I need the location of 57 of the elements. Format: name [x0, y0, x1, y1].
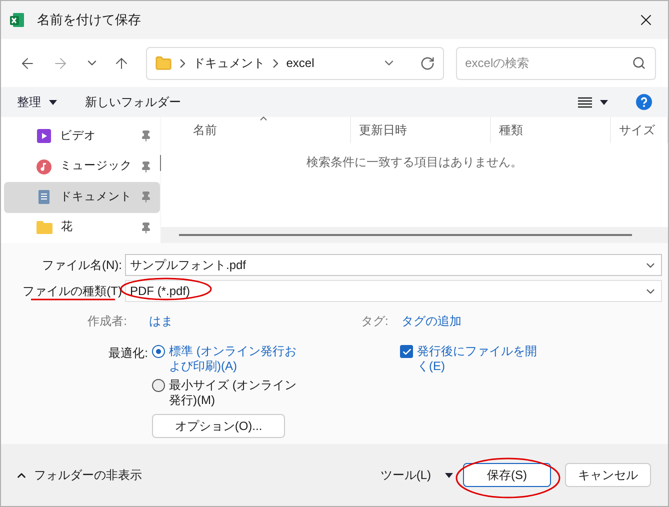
address-bar[interactable]: ドキュメント excel	[146, 46, 444, 80]
chevron-right-icon	[180, 58, 186, 68]
caret-down-icon	[49, 100, 57, 104]
organize-menu[interactable]: 整理	[17, 93, 57, 111]
music-icon	[36, 158, 52, 175]
breadcrumb-item[interactable]: ドキュメント	[193, 54, 266, 72]
file-name-field[interactable]: サンプルフォント.pdf	[125, 254, 662, 276]
checkbox[interactable]	[400, 345, 413, 358]
field-label: 作成者:	[86, 313, 127, 330]
field-label: ファイル名(N):	[41, 257, 123, 274]
chevron-right-icon	[273, 58, 278, 68]
field-label: ファイルの種類(T)	[22, 283, 123, 300]
list-view-icon	[578, 96, 592, 108]
empty-message: 検索条件に一致する項目はありません。	[306, 154, 522, 171]
field-label: タグ:	[361, 313, 388, 330]
caret-down-icon	[445, 472, 453, 478]
column-header[interactable]: サイズ	[611, 117, 668, 143]
cancel-button[interactable]: キャンセル	[565, 463, 651, 487]
pin-icon	[140, 130, 152, 142]
breadcrumb-item[interactable]: excel	[286, 54, 314, 72]
caret-down-icon	[600, 100, 608, 104]
checkbox-label[interactable]: 発行後にファイルを開く(E)	[417, 344, 540, 374]
search-field[interactable]: excelの検索	[456, 46, 656, 80]
tags-link[interactable]: タグの追加	[401, 312, 462, 330]
view-menu[interactable]	[578, 96, 608, 108]
column-header[interactable]: 種類	[491, 117, 611, 143]
field-label: 最適化:	[108, 345, 148, 362]
column-header[interactable]: 名前	[161, 117, 351, 143]
refresh-icon[interactable]	[420, 56, 436, 70]
radio-label[interactable]: 標準 (オンライン発行および印刷)(A)	[169, 344, 300, 374]
options-button[interactable]: オプション(O)...	[152, 414, 285, 438]
folder-icon	[155, 54, 172, 72]
pin-icon	[140, 222, 152, 234]
radio-label[interactable]: 最小サイズ (オンライン発行)(M)	[169, 378, 300, 408]
document-icon	[36, 189, 52, 206]
radio-button[interactable]	[152, 379, 165, 392]
folder-icon	[36, 220, 53, 236]
hide-folders-button[interactable]: フォルダーの非表示	[15, 466, 142, 484]
sidebar-item[interactable]: 花	[4, 212, 160, 243]
window-title: 名前を付けて保存	[37, 11, 141, 30]
scrollbar-thumb[interactable]	[179, 234, 632, 236]
radio-button[interactable]	[152, 345, 165, 358]
pin-icon	[140, 160, 152, 173]
help-icon[interactable]	[636, 94, 652, 110]
new-folder-button[interactable]: 新しいフォルダー	[85, 93, 181, 111]
sidebar-item[interactable]: ミュージック	[4, 152, 160, 182]
search-icon	[632, 56, 646, 70]
video-icon	[36, 128, 52, 144]
sidebar-item[interactable]: ビデオ	[4, 121, 160, 152]
save-button[interactable]: 保存(S)	[463, 463, 551, 487]
column-header[interactable]: 更新日時	[351, 117, 491, 143]
spreadsheet-app-icon	[9, 12, 25, 28]
pin-icon	[140, 191, 152, 204]
tools-menu[interactable]: ツール(L)	[380, 466, 453, 484]
author-link[interactable]: はま	[149, 312, 173, 330]
sidebar-item[interactable]: ドキュメント	[4, 182, 160, 212]
file-type-dropdown[interactable]: PDF (*.pdf)	[125, 280, 662, 302]
